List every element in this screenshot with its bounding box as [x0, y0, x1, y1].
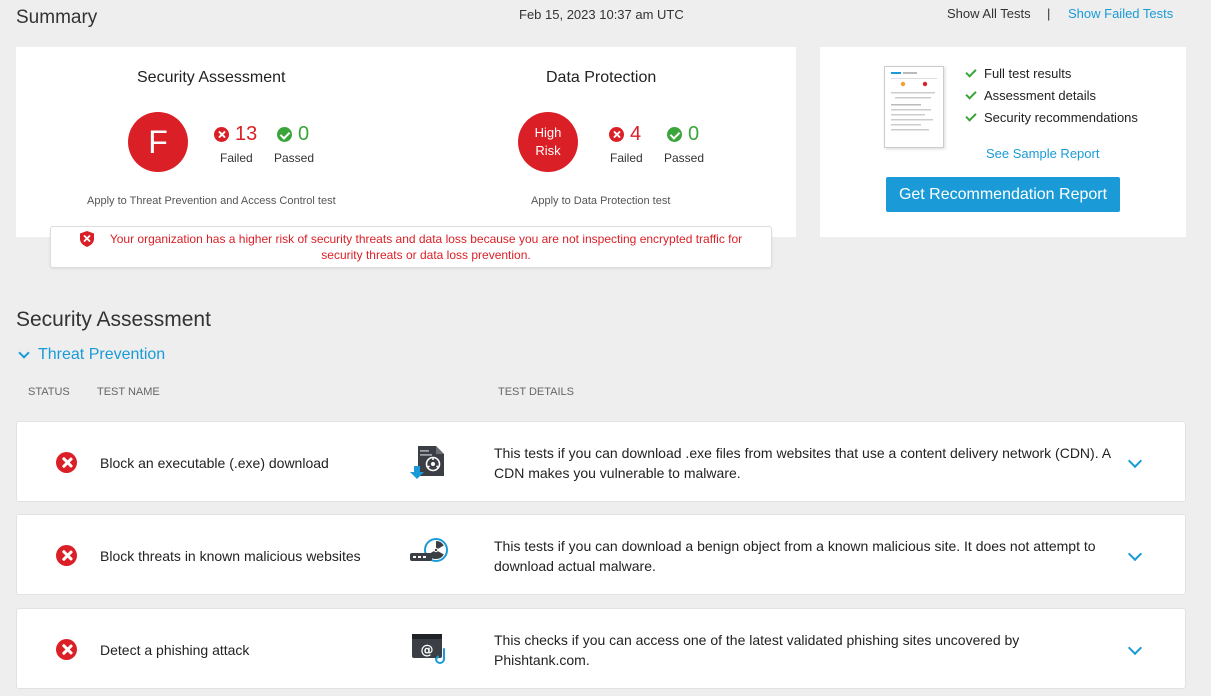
dp-passed-count: 0	[667, 123, 699, 146]
phishing-email-icon: @	[412, 634, 445, 664]
failed-status-icon	[56, 545, 77, 566]
warning-line-1: Your organization has a higher risk of s…	[109, 232, 743, 246]
failed-label: Failed	[220, 151, 253, 165]
risk-line-2: Risk	[535, 143, 561, 158]
failed-label: Failed	[610, 151, 643, 165]
security-failed-count: 13	[214, 123, 257, 146]
security-grade-badge: F	[128, 112, 188, 172]
summary-card: Security Assessment F 13 Failed 0 Passed…	[16, 47, 796, 237]
data-protection-title: Data Protection	[546, 69, 657, 86]
test-row[interactable]: Block an executable (.exe) download This…	[16, 421, 1186, 502]
column-header-status: STATUS	[28, 386, 70, 398]
chevron-down-icon	[18, 347, 30, 359]
see-sample-report-link[interactable]: See Sample Report	[986, 146, 1099, 161]
security-note: Apply to Threat Prevention and Access Co…	[87, 195, 336, 207]
failed-status-icon	[56, 452, 77, 473]
subsection-label: Threat Prevention	[38, 346, 166, 363]
filter-separator: |	[1047, 6, 1051, 21]
column-header-test-details: TEST DETAILS	[498, 386, 575, 398]
get-recommendation-report-button[interactable]: Get Recommendation Report	[886, 177, 1120, 212]
dp-failed-count: 4	[609, 123, 641, 146]
data-protection-risk-badge: High Risk	[518, 112, 578, 172]
column-header-test-name: TEST NAME	[97, 386, 160, 398]
test-row[interactable]: Detect a phishing attack @ This checks i…	[16, 608, 1186, 689]
show-failed-tests-link[interactable]: Show Failed Tests	[1068, 6, 1173, 21]
radiation-site-icon	[410, 538, 448, 562]
failed-status-icon	[56, 639, 77, 660]
risk-line-1: High	[534, 125, 562, 140]
check-icon	[965, 66, 977, 78]
passed-icon	[667, 127, 682, 142]
warning-line-2: security threats or data loss prevention…	[321, 248, 531, 262]
passed-number: 0	[298, 123, 310, 145]
check-icon	[965, 88, 977, 100]
page-title: Summary	[16, 7, 98, 28]
passed-label: Passed	[274, 151, 315, 165]
test-details: This tests if you can download .exe file…	[494, 445, 1111, 481]
section-title: Security Assessment	[16, 308, 211, 331]
failed-number: 13	[235, 123, 258, 145]
warning-message: Your organization has a higher risk of s…	[101, 231, 751, 263]
show-all-tests-link[interactable]: Show All Tests	[947, 6, 1031, 21]
passed-icon	[277, 127, 292, 142]
failed-number: 4	[630, 123, 642, 145]
passed-number: 0	[688, 123, 700, 145]
test-details: This tests if you can download a benign …	[494, 538, 1096, 574]
security-passed-count: 0	[277, 123, 309, 146]
test-row[interactable]: Block threats in known malicious website…	[16, 514, 1186, 595]
report-feature-item: Security recommendations	[965, 110, 1138, 125]
biohazard-download-icon	[410, 446, 444, 479]
svg-text:@: @	[421, 643, 434, 658]
test-details: This checks if you can access one of the…	[494, 632, 1020, 668]
failed-icon	[609, 127, 624, 142]
passed-label: Passed	[664, 151, 705, 165]
threat-prevention-toggle[interactable]: Threat Prevention	[18, 346, 166, 364]
encryption-warning-banner: Your organization has a higher risk of s…	[50, 226, 772, 268]
test-name: Detect a phishing attack	[100, 642, 250, 658]
report-feature-item: Assessment details	[965, 88, 1096, 103]
expand-chevron-icon[interactable]	[1127, 453, 1143, 469]
data-protection-note: Apply to Data Protection test	[531, 195, 671, 207]
report-feature-item: Full test results	[965, 66, 1071, 81]
expand-chevron-icon[interactable]	[1127, 640, 1143, 656]
failed-icon	[214, 127, 229, 142]
check-icon	[965, 110, 977, 122]
security-assessment-title: Security Assessment	[137, 69, 286, 86]
report-timestamp: Feb 15, 2023 10:37 am UTC	[519, 7, 684, 22]
test-name: Block an executable (.exe) download	[100, 455, 329, 471]
sample-report-thumbnail	[884, 66, 944, 148]
expand-chevron-icon[interactable]	[1127, 546, 1143, 562]
test-name: Block threats in known malicious website…	[100, 548, 361, 564]
recommendation-report-card: Full test results Assessment details Sec…	[820, 47, 1186, 237]
shield-alert-icon	[80, 231, 94, 247]
